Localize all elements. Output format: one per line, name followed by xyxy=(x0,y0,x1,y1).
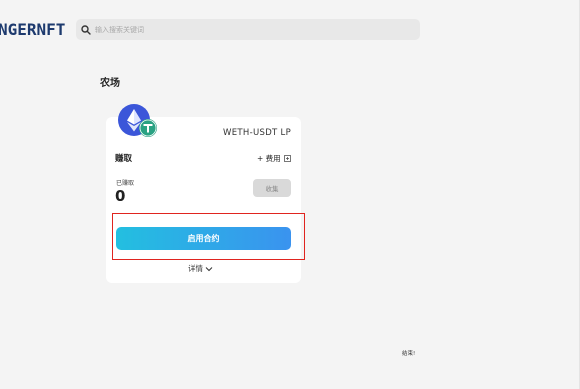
details-label: 详情 xyxy=(188,264,203,273)
earned-value: 0 xyxy=(115,187,126,205)
top-bar: NGERNFT xyxy=(0,0,580,58)
search-input[interactable] xyxy=(95,25,395,34)
harvest-button[interactable]: 收集 xyxy=(253,179,291,197)
earned-label: 已赚取 xyxy=(116,180,135,187)
search-icon xyxy=(81,24,91,35)
details-toggle[interactable]: 详情 xyxy=(188,263,213,274)
site-logo[interactable]: NGERNFT xyxy=(0,20,65,39)
footer-text: 结束! xyxy=(402,351,416,357)
earn-label: 赚取 xyxy=(115,154,133,164)
fee-label: + 费用 xyxy=(257,154,281,163)
fee-link[interactable]: + 费用 xyxy=(257,153,291,164)
page-title: 农场 xyxy=(100,78,120,89)
info-icon xyxy=(283,155,291,162)
chevron-down-icon xyxy=(205,266,213,271)
lp-pair-name: WETH-USDT LP xyxy=(223,128,291,138)
usdt-icon xyxy=(139,119,157,137)
enable-contract-button[interactable]: 启用合约 xyxy=(116,227,291,250)
search-bar[interactable] xyxy=(76,19,420,40)
